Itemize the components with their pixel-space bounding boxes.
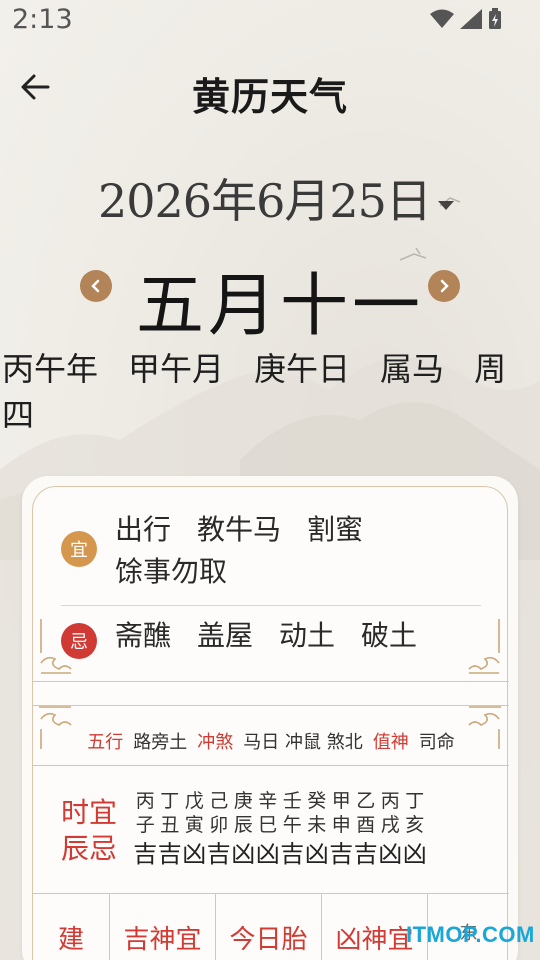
shichen-jixiong-cell: 凶 (182, 840, 207, 868)
shichen-zhi-cell: 申 (331, 814, 351, 836)
previous-day-button[interactable] (80, 270, 112, 302)
yi-item: 割蜜 (307, 513, 364, 546)
shichen-jixiong-cell: 凶 (231, 840, 256, 868)
shichen-gan-cell: 壬 (282, 790, 302, 812)
yiji-divider (61, 605, 481, 606)
ji-item: 破土 (361, 619, 418, 652)
chevron-right-icon (440, 279, 449, 293)
shichen-jixiong-cell: 吉 (206, 840, 231, 868)
tab-taishen[interactable]: 今日胎 (215, 893, 321, 960)
shichen-zhi-cell: 寅 (184, 814, 204, 836)
yi-item: 教牛马 (197, 513, 282, 546)
day-ganzhi: 庚午日 (254, 350, 351, 388)
status-time: 2:13 (12, 4, 73, 35)
wuxing-label: 五行 (87, 732, 124, 753)
signal-icon (460, 9, 482, 29)
ji-item: 盖屋 (197, 619, 254, 652)
yi-badge: 宜 (61, 531, 97, 567)
shichen-section: 时宜 辰忌 丙丁戊己庚辛壬癸甲乙丙丁子丑寅卯辰巳午未申酉戌亥吉吉凶吉凶凶吉凶吉吉… (33, 769, 509, 891)
shichen-zhi-cell: 未 (307, 814, 327, 836)
shichen-gan-cell: 丁 (160, 790, 180, 812)
shichen-jixiong-cell: 吉 (157, 840, 182, 868)
status-icons (430, 8, 502, 30)
shichen-jixiong-cell: 吉 (133, 840, 158, 868)
chongsha-value: 马日 冲鼠 煞北 (243, 732, 363, 753)
yi-item: 馀事勿取 (115, 555, 228, 588)
status-bar: 2:13 (0, 0, 540, 44)
zhishen-value: 司命 (418, 732, 455, 753)
shichen-gan-cell: 丁 (405, 790, 425, 812)
yi-item: 出行 (115, 513, 172, 546)
wifi-icon (430, 9, 454, 28)
section-divider (33, 681, 509, 682)
next-day-button[interactable] (428, 270, 460, 302)
month-ganzhi: 甲午月 (128, 350, 225, 388)
tab-jishen[interactable]: 吉神宜 (109, 893, 215, 960)
shichen-gan-cell: 己 (209, 790, 229, 812)
year-ganzhi: 丙午年 (2, 350, 99, 388)
ganzhi-line: 丙午年 甲午月 庚午日 属马 周四 (2, 346, 536, 438)
shichen-grid: 丙丁戊己庚辛壬癸甲乙丙丁子丑寅卯辰巳午未申酉戌亥吉吉凶吉凶凶吉凶吉吉凶凶 (133, 789, 427, 871)
shichen-gan-cell: 丙 (135, 790, 155, 812)
corner-ornament-icon (468, 619, 500, 674)
solar-date: 2026年6月25日 (98, 174, 432, 228)
shichen-jixiong-cell: 凶 (255, 840, 280, 868)
shichen-gan-cell: 辛 (258, 790, 278, 812)
shichen-label-line2: 辰忌 (61, 832, 118, 865)
shichen-jixiong-cell: 吉 (353, 840, 378, 868)
shichen-zhi-cell: 卯 (209, 814, 229, 836)
shichen-zhi-cell: 辰 (233, 814, 253, 836)
wuxing-row: 五行 路旁土 冲煞 马日 冲鼠 煞北 值神 司命 (33, 719, 509, 763)
app-bar: 黄历天气 (0, 56, 540, 126)
shichen-label: 时宜 辰忌 (61, 795, 121, 867)
shichen-jixiong-cell: 凶 (304, 840, 329, 868)
watermark-logo: ITMOP.COM (406, 922, 535, 947)
shichen-zhi-cell: 午 (282, 814, 302, 836)
shichen-zhi-cell: 巳 (258, 814, 278, 836)
lunar-row: 五月十一 (0, 250, 540, 346)
lunar-date: 五月十一 (136, 267, 425, 346)
shichen-gan-cell: 癸 (307, 790, 327, 812)
chongsha-label: 冲煞 (197, 732, 234, 753)
shichen-jixiong-cell: 吉 (280, 840, 305, 868)
ji-items: 斋醮 盖屋 动土 破土 (115, 615, 495, 657)
chevron-left-icon (91, 279, 100, 293)
shichen-zhi-cell: 子 (135, 814, 155, 836)
shichen-gan-cell: 戊 (184, 790, 204, 812)
yi-items: 出行 教牛马 割蜜馀事勿取 (115, 509, 495, 593)
yi-section: 宜 出行 教牛马 割蜜馀事勿取 (61, 509, 481, 601)
ji-item: 动土 (279, 619, 336, 652)
shichen-zhi-cell: 丑 (160, 814, 180, 836)
shichen-jixiong-cell: 凶 (378, 840, 403, 868)
battery-icon (489, 8, 501, 29)
shichen-label-line1: 时宜 (61, 796, 118, 829)
shichen-gan-cell: 丙 (380, 790, 400, 812)
shichen-zhi-cell: 戌 (380, 814, 400, 836)
shichen-gan-cell: 庚 (233, 790, 253, 812)
caret-down-icon (437, 201, 454, 210)
shichen-gan-cell: 乙 (356, 790, 376, 812)
shichen-zhi-cell: 亥 (405, 814, 425, 836)
zhishen-label: 值神 (372, 732, 409, 753)
page-title: 黄历天气 (191, 75, 348, 119)
corner-ornament-icon (40, 619, 72, 674)
tab-jian[interactable]: 建 (33, 893, 109, 960)
zodiac: 属马 (380, 350, 445, 388)
ji-item: 斋醮 (115, 619, 172, 652)
section-divider (33, 765, 509, 766)
shichen-zhi-cell: 酉 (356, 814, 376, 836)
ji-section: 忌 斋醮 盖屋 动土 破土 (61, 615, 481, 671)
shichen-jixiong-cell: 吉 (329, 840, 354, 868)
almanac-card: 宜 出行 教牛马 割蜜馀事勿取 忌 斋醮 盖屋 动土 破土 五行 路旁土 冲煞 马日 冲鼠… (32, 486, 509, 960)
shichen-gan-cell: 甲 (331, 790, 351, 812)
wuxing-value: 路旁土 (133, 732, 188, 753)
section-divider (33, 705, 509, 706)
shichen-jixiong-cell: 凶 (402, 840, 427, 868)
date-picker[interactable]: 2026年6月25日 (98, 170, 455, 228)
